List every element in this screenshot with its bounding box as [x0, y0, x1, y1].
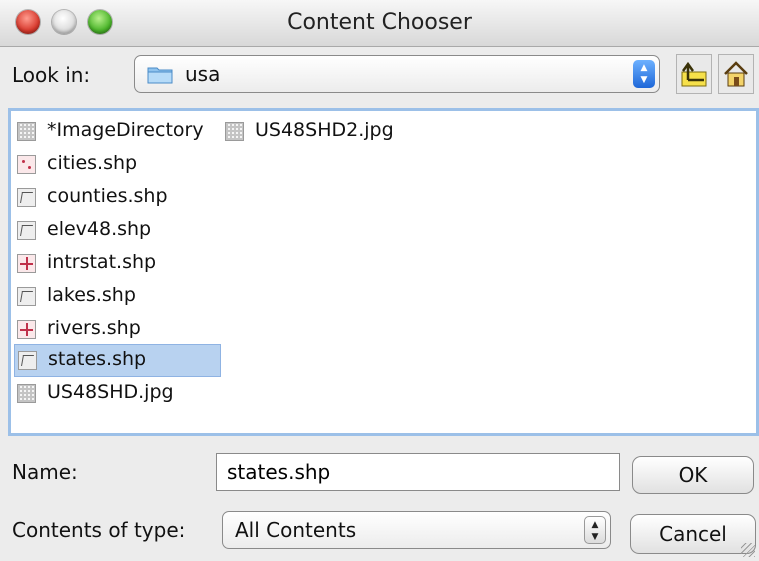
point-shapefile-icon: [17, 155, 36, 174]
folder-up-icon: [681, 61, 707, 87]
polygon-shapefile-icon: [18, 351, 37, 370]
file-name: US48SHD.jpg: [47, 381, 174, 403]
image-file-icon: [225, 122, 244, 141]
folder-icon: [147, 67, 173, 84]
up-down-arrows-icon: ▲ ▼: [584, 516, 606, 544]
file-name: *ImageDirectory: [47, 119, 204, 141]
name-label: Name:: [12, 460, 78, 484]
line-shapefile-icon: [17, 320, 36, 339]
look-in-combo[interactable]: usa ▲ ▼: [134, 55, 660, 93]
look-in-value: usa: [185, 62, 221, 86]
title-bar: Content Chooser: [0, 0, 759, 47]
file-item-states[interactable]: states.shp: [14, 344, 221, 377]
line-shapefile-icon: [17, 254, 36, 273]
file-name: rivers.shp: [47, 317, 141, 339]
cancel-button[interactable]: Cancel: [630, 514, 756, 554]
file-name: counties.shp: [47, 185, 168, 207]
file-name: cities.shp: [47, 152, 138, 174]
file-item-us48shd2[interactable]: US48SHD2.jpg: [225, 117, 425, 147]
file-list[interactable]: *ImageDirectory US48SHD2.jpg cities.shp …: [8, 108, 759, 436]
file-name: states.shp: [48, 348, 147, 370]
contents-of-type-value: All Contents: [235, 518, 357, 542]
file-name: elev48.shp: [47, 218, 152, 240]
file-name: intrstat.shp: [47, 251, 157, 273]
file-item-elev48[interactable]: elev48.shp: [17, 216, 217, 246]
resize-grip-icon[interactable]: [741, 543, 755, 557]
file-item-imagedirectory[interactable]: *ImageDirectory: [17, 117, 229, 147]
contents-of-type-label: Contents of type:: [12, 518, 186, 542]
up-one-level-button[interactable]: [676, 54, 712, 94]
contents-of-type-select[interactable]: All Contents ▲ ▼: [222, 511, 611, 549]
polygon-shapefile-icon: [17, 287, 36, 306]
look-in-label: Look in:: [12, 63, 91, 87]
file-item-us48shd[interactable]: US48SHD.jpg: [17, 379, 217, 409]
file-item-cities[interactable]: cities.shp: [17, 150, 217, 180]
polygon-shapefile-icon: [17, 188, 36, 207]
image-file-icon: [17, 122, 36, 141]
home-icon: [724, 61, 748, 87]
file-name: US48SHD2.jpg: [255, 119, 394, 141]
ok-button[interactable]: OK: [632, 456, 754, 494]
home-button[interactable]: [718, 54, 754, 94]
file-item-counties[interactable]: counties.shp: [17, 183, 217, 213]
image-file-icon: [17, 384, 36, 403]
file-name-input[interactable]: [216, 453, 620, 491]
file-item-rivers[interactable]: rivers.shp: [17, 315, 217, 345]
window-title: Content Chooser: [287, 10, 472, 35]
up-down-arrows-icon: ▲ ▼: [633, 60, 655, 88]
polygon-shapefile-icon: [17, 221, 36, 240]
file-item-intrstat[interactable]: intrstat.shp: [17, 249, 217, 279]
file-name: lakes.shp: [47, 284, 136, 306]
file-item-lakes[interactable]: lakes.shp: [17, 282, 217, 312]
